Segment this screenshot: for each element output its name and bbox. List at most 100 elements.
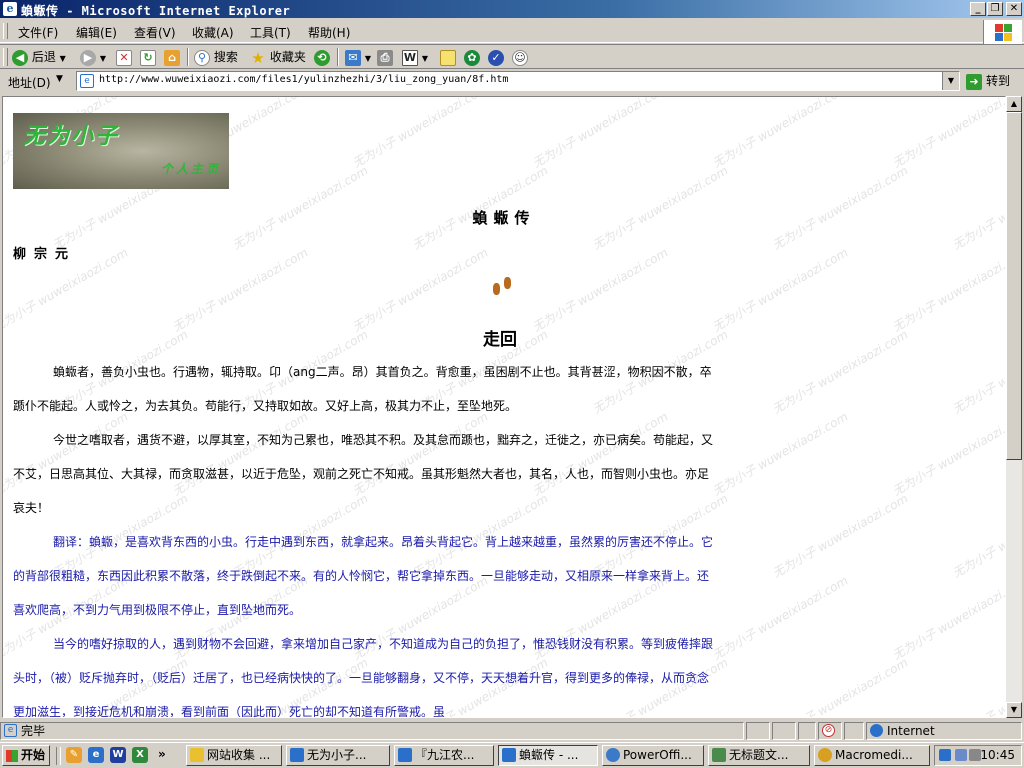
home-button[interactable]: ⌂ <box>164 48 180 66</box>
word-icon: W <box>402 49 418 66</box>
translation-text: 翻译：蝜蝂，是喜欢背东西的小虫。行走中遇到东西，就拿起来。昂着头背起它。背上越来… <box>13 525 714 718</box>
page-done-icon: e <box>4 724 17 737</box>
restore-button[interactable]: ❐ <box>987 2 1003 16</box>
blocked-icon: ⊘ <box>822 724 835 737</box>
print-button[interactable]: ⎙ <box>377 48 393 66</box>
site-logo[interactable]: 无为小子 个人主页 <box>13 113 229 189</box>
print-icon: ⎙ <box>377 49 393 66</box>
stop-button[interactable]: ✕ <box>116 48 132 66</box>
quicklaunch-word-icon[interactable]: W <box>110 747 126 763</box>
title-bar: e 蝜蝂传 - Microsoft Internet Explorer _ ❐ … <box>0 0 1024 18</box>
address-field[interactable]: e http://www.wuweixiaozi.com/files1/yuli… <box>76 71 960 91</box>
zone-label: Internet <box>887 724 935 738</box>
author-name: 柳宗元 <box>13 247 77 262</box>
menu-view[interactable]: 查看(V) <box>134 24 176 41</box>
task-button[interactable]: 无标题文... <box>708 745 810 766</box>
watermark-text: 无为小子 wuweixiaozi.com <box>890 96 1006 171</box>
refresh-button[interactable]: ↻ <box>140 48 156 66</box>
forward-arrow-icon: ▶ <box>80 49 96 66</box>
msn-button[interactable]: ✓ <box>488 48 504 66</box>
mail-icon: ✉ <box>345 49 361 66</box>
watermark-text: 无为小子 wuweixiaozi.com <box>530 245 671 335</box>
windows-flag-icon <box>6 749 18 762</box>
forward-button[interactable]: ▶ ▼ <box>80 48 106 66</box>
scroll-down-button[interactable]: ▼ <box>1006 702 1022 718</box>
ie-logo-icon: e <box>3 2 17 16</box>
status-bar: e 完毕 ⊘ Internet <box>0 720 1024 742</box>
menu-help[interactable]: 帮助(H) <box>308 24 350 41</box>
quicklaunch-more-icon[interactable]: » <box>158 747 166 761</box>
back-label: 后退 <box>31 50 56 64</box>
taskbar: 开始 ✎ e W X » 网站收集 ... 无为小子... 『九江农... 蝜蝂… <box>0 742 1024 768</box>
original-text: 蝜蝂者，善负小虫也。行遇物，辄持取。卬（ang二声。昂）其首负之。背愈重，虽困剧… <box>13 355 713 525</box>
home-icon: ⌂ <box>164 49 180 66</box>
translation-paragraph-2: 当今的嗜好掠取的人，遇到财物不会回避，拿来增加自己家产，不知道成为自己的负担了，… <box>13 637 714 718</box>
watermark-text: 无为小子 wuweixiaozi.com <box>770 327 911 417</box>
walk-back-link[interactable]: 走回 <box>483 325 517 350</box>
status-panel <box>798 722 816 740</box>
stop-icon: ✕ <box>116 49 132 66</box>
watermark-text: 无为小子 wuweixiaozi.com <box>350 245 491 335</box>
history-icon: ⟲ <box>314 49 330 66</box>
note-icon <box>440 49 456 66</box>
footprints-icon[interactable] <box>491 275 517 301</box>
menu-favorites[interactable]: 收藏(A) <box>192 24 234 41</box>
discuss-button[interactable] <box>440 48 456 66</box>
quicklaunch-excel-icon[interactable]: X <box>132 747 148 763</box>
address-label-dropdown-icon[interactable]: ▼ <box>56 74 63 84</box>
task-button-active[interactable]: 蝜蝂传 - ... <box>498 745 598 766</box>
watermark-text: 无为小子 wuweixiaozi.com <box>530 96 671 171</box>
watermark-text: 无为小子 wuweixiaozi.com <box>710 409 851 499</box>
go-button[interactable]: ➜ 转到 <box>966 72 1010 90</box>
address-url[interactable]: http://www.wuweixiaozi.com/files1/yulinz… <box>99 74 508 85</box>
mail-button[interactable]: ✉ ▼ <box>345 48 371 66</box>
popup-blocked-panel: ⊘ <box>818 722 842 740</box>
history-button[interactable]: ⟲ <box>314 48 330 66</box>
status-text: 完毕 <box>21 724 46 738</box>
quicklaunch-folder-icon[interactable]: ✎ <box>66 747 82 763</box>
favorites-star-icon: ★ <box>251 48 265 67</box>
scroll-thumb[interactable] <box>1006 112 1022 460</box>
tray-volume-icon[interactable] <box>969 749 981 761</box>
address-label: 地址(D) <box>8 76 51 90</box>
task-button[interactable]: 无为小子... <box>286 745 390 766</box>
people-button[interactable]: ☺ <box>512 48 528 66</box>
search-label: 搜索 <box>213 50 238 64</box>
tray-monitor-icon[interactable] <box>955 749 967 761</box>
task-button[interactable]: PowerOffi... <box>602 745 704 766</box>
search-icon: ⚲ <box>194 49 210 66</box>
task-button[interactable]: Macromedi... <box>814 745 930 766</box>
favorites-button[interactable]: ★ 收藏夹 <box>250 48 306 66</box>
start-label: 开始 <box>21 748 46 762</box>
address-dropdown-icon[interactable]: ▼ <box>942 72 959 90</box>
menu-file[interactable]: 文件(F) <box>18 24 58 41</box>
task-button[interactable]: 网站收集 ... <box>186 745 282 766</box>
watermark-text: 无为小子 wuweixiaozi.com <box>710 96 851 171</box>
messenger-button[interactable]: ✿ <box>464 48 480 66</box>
status-panel <box>844 722 864 740</box>
quicklaunch-ie-icon[interactable]: e <box>88 747 104 763</box>
start-button[interactable]: 开始 <box>2 745 50 766</box>
search-button[interactable]: ⚲ 搜索 <box>194 48 238 66</box>
menu-edit[interactable]: 编辑(E) <box>76 24 117 41</box>
tray-network-icon[interactable] <box>939 749 951 761</box>
go-label: 转到 <box>986 74 1011 88</box>
close-button[interactable]: ✕ <box>1006 2 1022 16</box>
minimize-button[interactable]: _ <box>970 2 986 16</box>
logo-subtitle: 个人主页 <box>160 162 221 176</box>
vertical-scrollbar[interactable]: ▲ ▼ <box>1006 96 1022 718</box>
task-button[interactable]: 『九江农... <box>394 745 494 766</box>
translation-paragraph-1: 翻译：蝜蝂，是喜欢背东西的小虫。行走中遇到东西，就拿起来。昂着头背起它。背上越来… <box>13 535 714 617</box>
back-button[interactable]: ◀ 后退 ▼ <box>12 48 66 66</box>
toolbar-separator <box>187 48 189 66</box>
system-tray: 10:45 <box>934 745 1022 766</box>
scroll-up-button[interactable]: ▲ <box>1006 96 1022 112</box>
status-panel <box>772 722 796 740</box>
internet-globe-icon <box>870 724 883 737</box>
favorites-label: 收藏夹 <box>269 50 306 64</box>
quicklaunch-grip <box>56 747 61 765</box>
watermark-text: 无为小子 wuweixiaozi.com <box>350 96 491 171</box>
edit-word-button[interactable]: W ▼ <box>402 48 428 66</box>
menu-tools[interactable]: 工具(T) <box>250 24 291 41</box>
go-arrow-icon: ➜ <box>966 73 982 90</box>
